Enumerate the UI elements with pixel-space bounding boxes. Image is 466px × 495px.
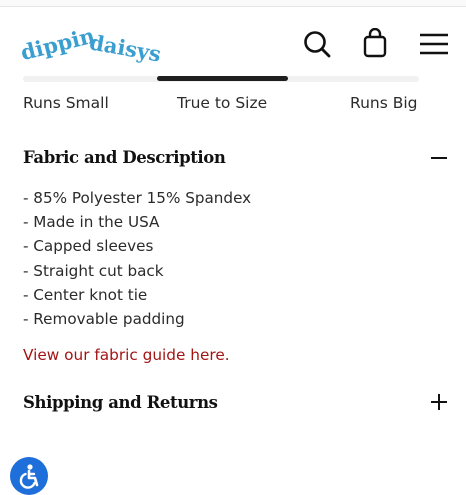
- fit-label-true-to-size: True to Size: [177, 94, 268, 112]
- search-button[interactable]: [300, 27, 334, 61]
- plus-icon: [431, 394, 447, 410]
- hamburger-menu-icon: [420, 33, 448, 55]
- site-header: dippin daisys: [0, 7, 466, 77]
- shopping-bag-icon: [363, 28, 387, 58]
- list-item: - Made in the USA: [23, 213, 160, 232]
- logo-wordmark: dippin daisys: [18, 23, 163, 67]
- fit-label-runs-big: Runs Big: [350, 94, 418, 112]
- expand-button[interactable]: [429, 392, 449, 412]
- fabric-guide-link[interactable]: View our fabric guide here.: [23, 346, 230, 364]
- search-icon: [304, 31, 331, 58]
- accessibility-button[interactable]: [10, 457, 48, 495]
- collapse-button[interactable]: [429, 148, 449, 168]
- svg-text:daisys: daisys: [88, 29, 162, 66]
- list-item: - 85% Polyester 15% Spandex: [23, 189, 252, 207]
- accordion-fabric-description-title[interactable]: Fabric and Description: [23, 148, 226, 167]
- fabric-description-list: - 85% Polyester 15% Spandex - Made in th…: [23, 186, 251, 331]
- fit-label-runs-small: Runs Small: [23, 94, 109, 112]
- cart-button[interactable]: [358, 27, 392, 61]
- menu-button[interactable]: [417, 27, 451, 61]
- list-item: - Center knot tie: [23, 285, 148, 304]
- accessibility-icon: [19, 464, 39, 489]
- list-item: - Removable padding: [23, 310, 185, 329]
- brand-logo[interactable]: dippin daisys: [18, 23, 163, 69]
- list-item: - Capped sleeves: [23, 237, 154, 256]
- minus-icon: [431, 157, 447, 159]
- top-divider: [0, 0, 466, 7]
- accordion-shipping-returns-title[interactable]: Shipping and Returns: [23, 393, 218, 412]
- list-item: - Straight cut back: [23, 261, 164, 280]
- fit-scale-marker: [157, 76, 288, 81]
- svg-text:dippin: dippin: [22, 25, 97, 65]
